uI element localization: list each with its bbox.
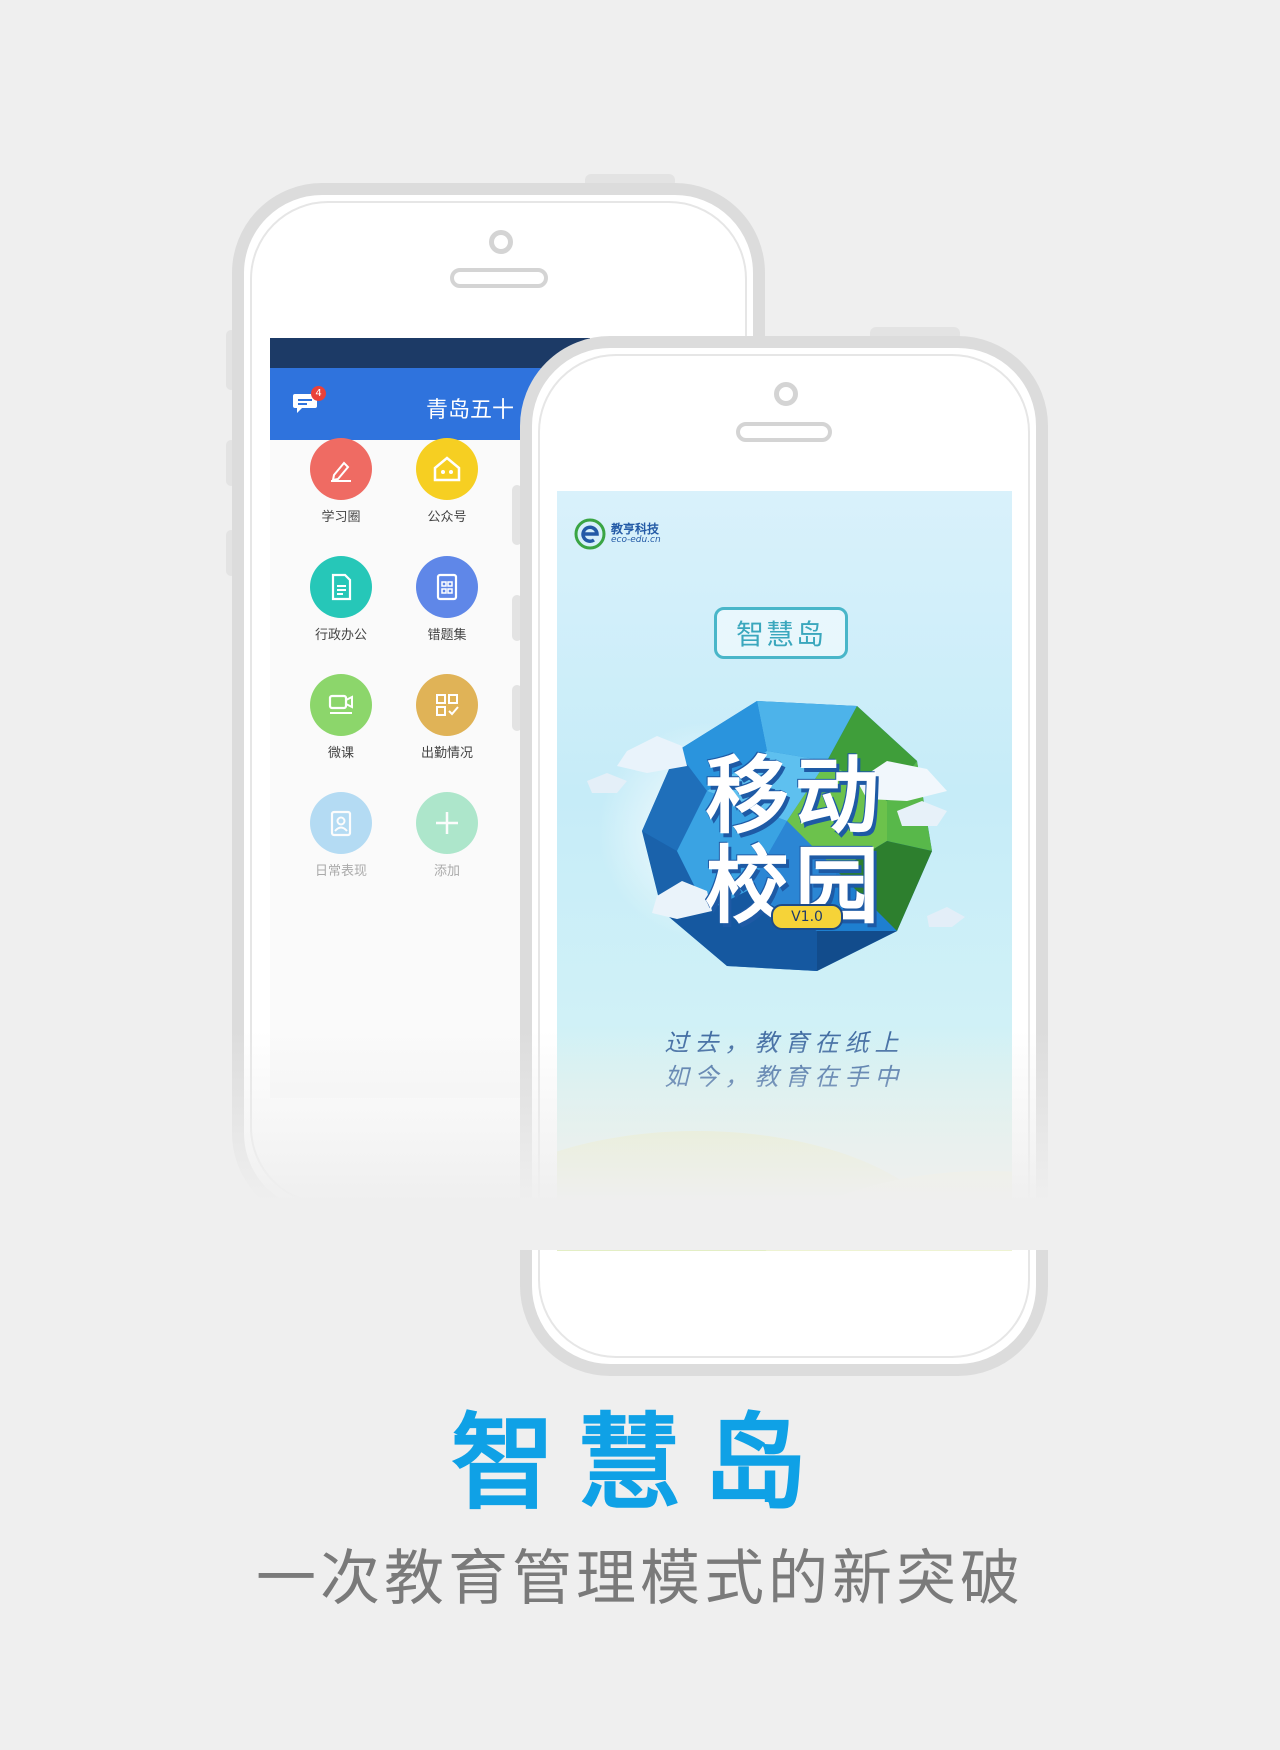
- company-logo-icon: [574, 518, 606, 550]
- product-tagline: 一次教育管理模式的新突破: [256, 1544, 1024, 1614]
- app-label: 行政办公: [314, 628, 367, 643]
- document-icon: [310, 556, 372, 618]
- brand-name: 教亨科技: [611, 521, 660, 536]
- app-attendance[interactable]: 出勤情况: [397, 674, 497, 761]
- front-phone-camera: [774, 382, 798, 406]
- app-official-account[interactable]: 公众号: [397, 438, 497, 525]
- app-name-badge: 智慧岛: [714, 607, 848, 659]
- slogan-line2: 如今，教育在手中: [664, 1063, 905, 1091]
- app-label: 出勤情况: [420, 746, 473, 761]
- app-daily-performance[interactable]: 日常表现: [291, 792, 391, 879]
- app-label: 公众号: [427, 510, 467, 525]
- back-phone-speaker: [450, 268, 548, 288]
- app-label: 学习圈: [321, 510, 361, 525]
- house-icon: [416, 438, 478, 500]
- brand-logo: 教亨科技 eco-edu.cn: [573, 517, 661, 551]
- app-micro-course[interactable]: 微课: [291, 674, 391, 761]
- video-icon: [310, 674, 372, 736]
- profile-card-icon: [310, 792, 372, 854]
- add-app-button[interactable]: 添加: [397, 792, 497, 879]
- pen-icon: [310, 438, 372, 500]
- version-badge: V1.0: [771, 904, 843, 930]
- app-label: 日常表现: [314, 864, 367, 879]
- app-label: 错题集: [427, 628, 467, 643]
- app-label: 添加: [433, 864, 460, 879]
- app-study-circle[interactable]: 学习圈: [291, 438, 391, 525]
- back-phone-camera: [489, 230, 513, 254]
- attendance-icon: [416, 674, 478, 736]
- app-administration[interactable]: 行政办公: [291, 556, 391, 643]
- front-phone-speaker: [736, 422, 832, 442]
- plus-icon: [416, 792, 478, 854]
- app-label: 微课: [327, 746, 354, 761]
- status-bar: [270, 338, 590, 368]
- unread-badge: 4: [311, 386, 326, 401]
- school-title: 青岛五十: [426, 398, 515, 423]
- brand-domain: eco-edu.cn: [611, 534, 661, 545]
- calculator-icon: [416, 556, 478, 618]
- app-wrong-questions[interactable]: 错题集: [397, 556, 497, 643]
- slogan-line1: 过去，教育在纸上: [664, 1029, 905, 1057]
- globe-illustration: 移动 校园 V1.0: [587, 681, 987, 1001]
- splash-screen: 教亨科技 eco-edu.cn 智慧岛 移动 校园 V1.0 过去，教育在纸上 …: [557, 491, 1012, 1251]
- product-headline: 智慧岛: [450, 1402, 829, 1524]
